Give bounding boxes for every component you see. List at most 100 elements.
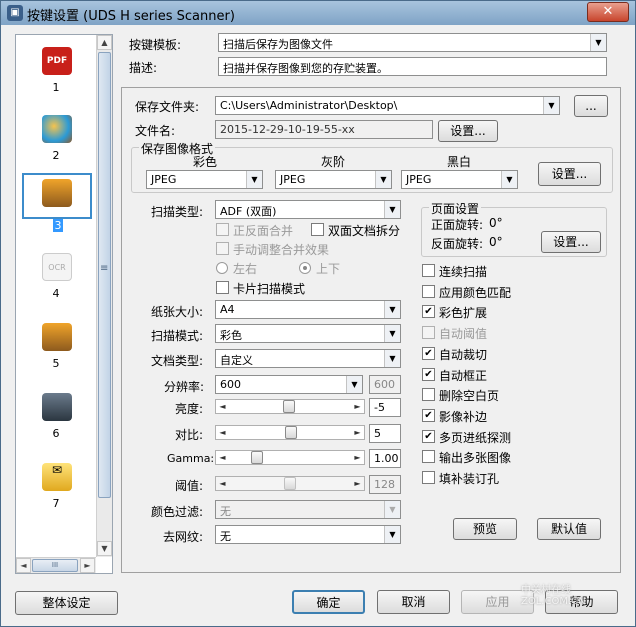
slider-left-arrow[interactable]: ◄ [216, 451, 229, 464]
color-filter-select[interactable]: 无 ▼ [215, 500, 401, 519]
slider-right-arrow[interactable]: ► [351, 426, 364, 439]
option-label: 彩色扩展 [439, 306, 488, 321]
ok-button[interactable]: 确定 [292, 590, 365, 614]
default-button[interactable]: 默认值 [537, 518, 601, 540]
file-name-label: 文件名: [135, 124, 176, 138]
doc-type-label: 文档类型: [151, 354, 204, 368]
card-mode-checkbox[interactable] [216, 281, 229, 294]
option-checkbox[interactable] [422, 388, 435, 402]
format-settings-button[interactable]: 设置... [538, 162, 601, 186]
bw-format-select[interactable]: JPEG ▼ [401, 170, 518, 189]
option-label: 影像补边 [439, 409, 488, 424]
merge-checkbox[interactable] [216, 223, 229, 236]
slider-knob[interactable] [282, 400, 295, 413]
brightness-field[interactable]: -5 [369, 398, 401, 417]
sidebar-item-number: 6 [52, 427, 60, 440]
hscroll-thumb[interactable]: III [32, 559, 78, 572]
scroll-left-arrow[interactable]: ◄ [16, 558, 31, 573]
moire-select[interactable]: 无 ▼ [215, 525, 401, 544]
resolution-select[interactable]: 600 ▼ [215, 375, 363, 394]
cancel-button[interactable]: 取消 [377, 590, 450, 614]
sidebar-item-2[interactable]: 2 [16, 111, 96, 171]
file-name-settings-button[interactable]: 设置... [438, 120, 498, 142]
page-settings-button[interactable]: 设置... [541, 231, 601, 253]
contrast-slider[interactable]: ◄ ► [215, 425, 365, 440]
email-icon: ✉ [42, 463, 72, 491]
option-checkbox[interactable] [422, 284, 435, 298]
paper-size-select[interactable]: A4 ▼ [215, 300, 401, 319]
contrast-field[interactable]: 5 [369, 424, 401, 443]
option-checkbox[interactable] [422, 450, 435, 464]
option-checkbox[interactable] [422, 471, 435, 484]
slider-right-arrow[interactable]: ► [351, 451, 364, 464]
card-mode-label: 卡片扫描模式 [233, 282, 306, 296]
close-button[interactable]: ✕ [587, 2, 629, 22]
option-checkbox[interactable] [422, 264, 435, 277]
option-checkbox[interactable] [422, 326, 435, 340]
option-checkbox[interactable]: ✔ [422, 305, 435, 319]
slider-knob[interactable] [251, 451, 263, 464]
manual-merge-checkbox[interactable] [216, 242, 229, 255]
option-label: 自动框正 [439, 368, 488, 383]
gray-format-select[interactable]: JPEG ▼ [275, 170, 392, 189]
doc-type-select[interactable]: 自定义 ▼ [215, 349, 401, 368]
horizontal-scrollbar[interactable]: ◄ III ► [16, 557, 96, 573]
sidebar-item-4[interactable]: OCR 4 [16, 249, 96, 309]
option-label: 应用颜色匹配 [439, 285, 512, 300]
scan-type-label: 扫描类型: [151, 205, 204, 219]
ocr-icon: OCR [42, 253, 72, 281]
sidebar-item-5[interactable]: 5 [16, 319, 96, 379]
slider-right-arrow[interactable]: ► [351, 400, 364, 413]
preview-button[interactable]: 预览 [453, 518, 517, 540]
chevron-down-icon: ▼ [384, 350, 400, 367]
sidebar-item-number: 4 [52, 287, 60, 300]
scroll-down-arrow[interactable]: ▼ [97, 541, 112, 556]
contrast-label: 对比: [175, 428, 204, 442]
back-rotation-value: 0° [489, 235, 503, 249]
slider-knob[interactable] [284, 477, 296, 490]
color-format-select[interactable]: JPEG ▼ [146, 170, 263, 189]
threshold-field: 128 [369, 475, 401, 494]
sidebar-item-6[interactable]: 6 [16, 389, 96, 449]
gamma-field[interactable]: 1.00 [369, 449, 401, 468]
save-folder-select[interactable]: C:\Users\Administrator\Desktop\ ▼ [215, 96, 560, 115]
slider-left-arrow[interactable]: ◄ [216, 426, 229, 439]
threshold-label: 阈值: [175, 479, 204, 493]
slider-knob[interactable] [285, 426, 298, 439]
sidebar-item-7[interactable]: ✉ 7 [16, 459, 96, 519]
option-label: 自动裁切 [439, 347, 488, 362]
brightness-slider[interactable]: ◄ ► [215, 399, 365, 414]
scan-mode-select[interactable]: 彩色 ▼ [215, 324, 401, 343]
pdf-icon: PDF [42, 47, 72, 75]
sidebar-item-3[interactable]: 3 [16, 173, 96, 235]
vertical-scrollbar[interactable]: ▲ ≡ ▼ [96, 35, 112, 557]
slider-left-arrow[interactable]: ◄ [216, 400, 229, 413]
threshold-slider[interactable]: ◄ ► [215, 476, 365, 491]
left-right-radio[interactable] [216, 262, 228, 274]
moire-value: 无 [220, 530, 231, 543]
left-right-label: 左右 [233, 262, 258, 276]
save-folder-value: C:\Users\Administrator\Desktop\ [220, 99, 398, 112]
scroll-up-arrow[interactable]: ▲ [97, 35, 112, 50]
file-name-field: 2015-12-29-10-19-55-xx [215, 120, 433, 139]
template-select[interactable]: 扫描后保存为图像文件 ▼ [218, 33, 607, 52]
slider-left-arrow[interactable]: ◄ [216, 477, 229, 490]
slider-right-arrow[interactable]: ► [351, 477, 364, 490]
global-settings-button[interactable]: 整体设定 [15, 591, 118, 615]
browse-button[interactable]: ... [574, 95, 608, 117]
template-value: 扫描后保存为图像文件 [223, 38, 333, 51]
scanner-icon [42, 179, 72, 207]
sidebar-item-1[interactable]: PDF 1 [16, 43, 96, 103]
gamma-slider[interactable]: ◄ ► [215, 450, 365, 465]
scroll-right-arrow[interactable]: ► [80, 558, 95, 573]
option-checkbox[interactable]: ✔ [422, 408, 435, 422]
option-label: 连续扫描 [439, 265, 488, 279]
option-checkbox[interactable]: ✔ [422, 367, 435, 381]
description-field[interactable]: 扫描并保存图像到您的存贮装置。 [218, 57, 607, 76]
scroll-thumb[interactable]: ≡ [98, 52, 111, 498]
top-bottom-radio[interactable] [299, 262, 311, 274]
option-checkbox[interactable]: ✔ [422, 429, 435, 443]
option-checkbox[interactable]: ✔ [422, 346, 435, 360]
scan-type-select[interactable]: ADF (双面) ▼ [215, 200, 401, 219]
split-checkbox[interactable] [311, 223, 324, 236]
